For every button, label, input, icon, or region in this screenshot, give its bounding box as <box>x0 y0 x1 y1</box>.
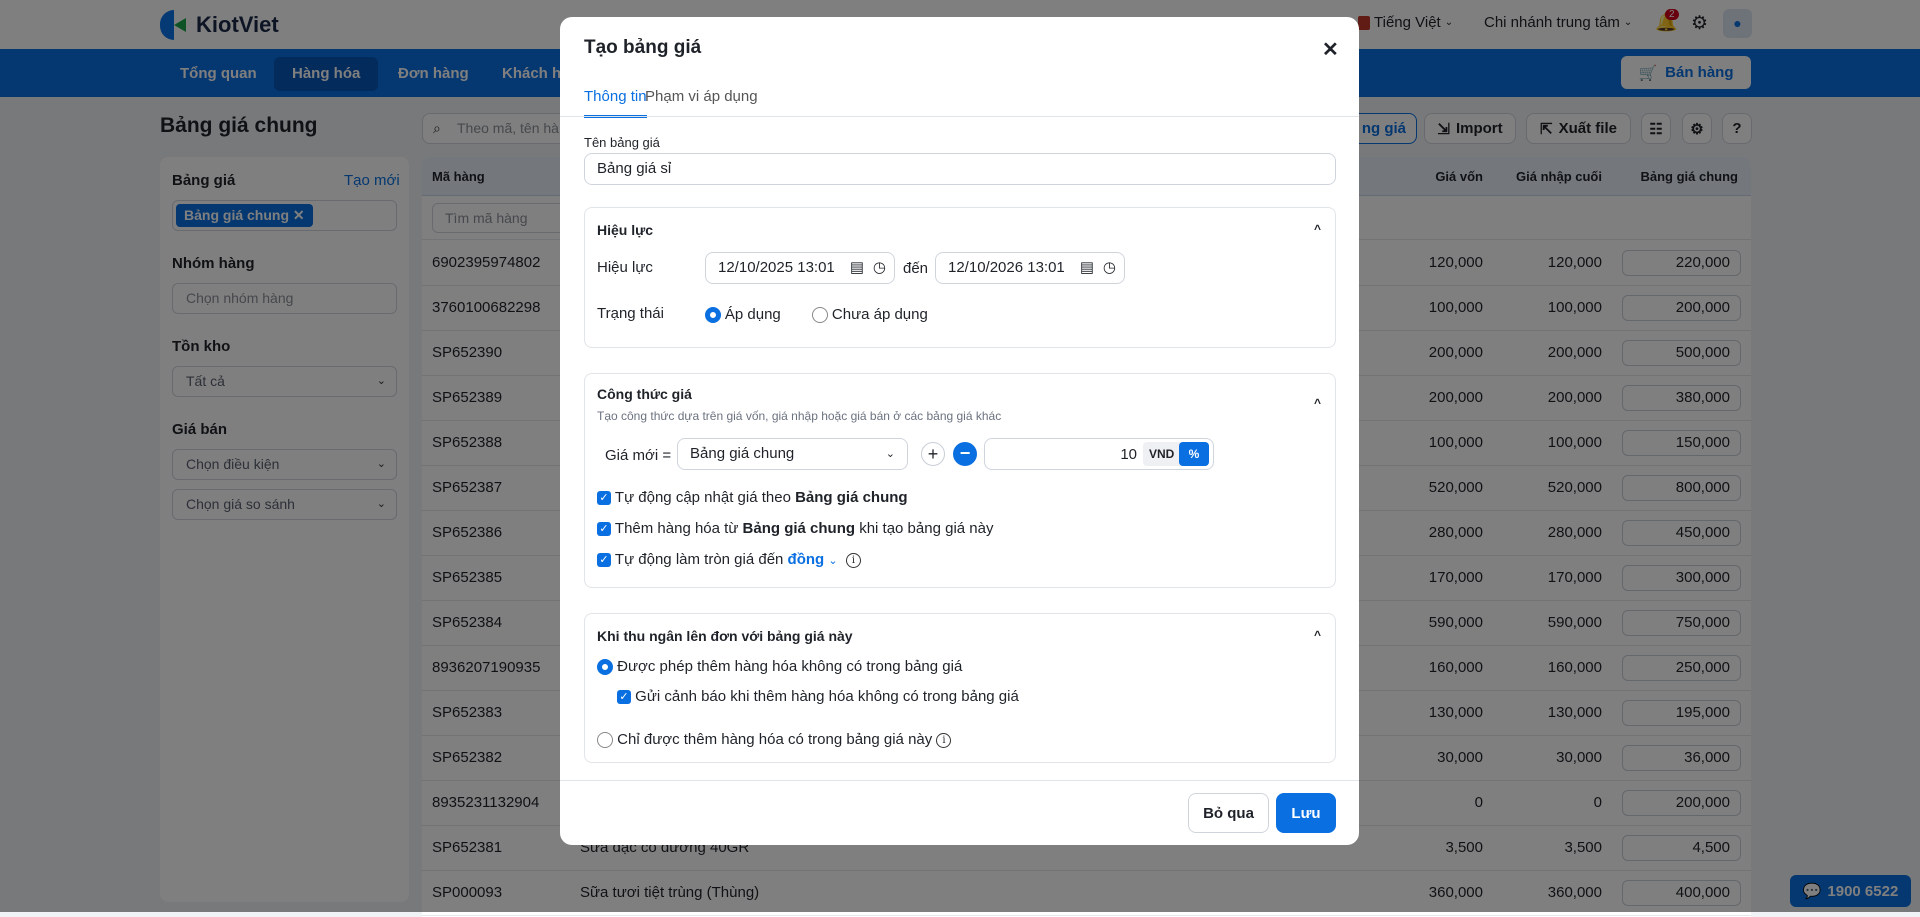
chevron-down-icon[interactable]: ⌄ <box>828 555 837 567</box>
unit-percent[interactable]: % <box>1179 442 1209 466</box>
tab-info[interactable]: Thông tin <box>584 88 647 118</box>
status-apply-radio[interactable]: Áp dụng <box>705 306 781 324</box>
tab-divider <box>560 116 1359 117</box>
dialog-title: Tạo bảng giá <box>584 37 702 58</box>
formula-subtitle: Tạo công thức dựa trên giá vốn, giá nhập… <box>597 409 1002 423</box>
collapse-icon[interactable]: ^ <box>1314 396 1321 410</box>
checkbox-checked-icon: ✓ <box>597 491 611 506</box>
amount-value: 10 <box>1120 446 1137 463</box>
base-price-value: Bảng giá chung <box>690 445 795 462</box>
allow-outside-radio[interactable]: Được phép thêm hàng hóa không có trong b… <box>597 658 963 676</box>
clock-icon[interactable]: ◷ <box>873 253 886 283</box>
checkbox-checked-icon: ✓ <box>597 553 611 568</box>
auto-round-text: Tự động làm tròn giá đến <box>614 551 788 568</box>
price-list-name-input[interactable]: Bảng giá sỉ <box>584 153 1336 185</box>
calendar-icon[interactable]: ▤ <box>1080 253 1094 283</box>
only-listed-label: Chỉ được thêm hàng hóa có trong bảng giá… <box>617 731 933 748</box>
status-label: Trạng thái <box>597 305 664 322</box>
save-button[interactable]: Lưu <box>1276 793 1336 833</box>
end-date-input[interactable]: 12/10/2026 13:01 ▤ ◷ <box>935 252 1125 284</box>
collapse-icon[interactable]: ^ <box>1314 628 1321 642</box>
not-apply-label: Chưa áp dụng <box>831 306 928 323</box>
end-date-value: 12/10/2026 13:01 <box>948 259 1065 276</box>
checkbox-checked-icon: ✓ <box>597 522 611 537</box>
cancel-button[interactable]: Bỏ qua <box>1188 793 1269 833</box>
add-products-checkbox[interactable]: ✓ Thêm hàng hóa từ Bảng giá chung khi tạ… <box>597 520 993 537</box>
apply-label: Áp dụng <box>724 306 781 323</box>
start-date-input[interactable]: 12/10/2025 13:01 ▤ ◷ <box>705 252 895 284</box>
chevron-down-icon: ⌄ <box>885 448 895 460</box>
name-label: Tên bảng giá <box>584 135 660 150</box>
create-price-list-dialog: Tạo bảng giá ✕ Thông tin Phạm vi áp dụng… <box>560 17 1359 845</box>
minus-icon[interactable]: − <box>953 442 977 466</box>
formula-section: Công thức giá Tạo công thức dựa trên giá… <box>584 373 1336 588</box>
base-price-select[interactable]: Bảng giá chung ⌄ <box>677 438 908 470</box>
add-products-text: Thêm hàng hóa từ <box>614 520 743 537</box>
radio-checked <box>597 659 613 676</box>
warn-checkbox[interactable]: ✓ Gửi cảnh báo khi thêm hàng hóa không c… <box>617 688 1019 705</box>
unit-vnd[interactable]: VND <box>1149 447 1174 461</box>
round-unit-dropdown[interactable]: đồng <box>788 551 825 568</box>
allow-outside-label: Được phép thêm hàng hóa không có trong b… <box>617 658 963 675</box>
validity-title: Hiệu lực <box>597 222 654 238</box>
collapse-icon[interactable]: ^ <box>1314 222 1321 236</box>
validity-section: Hiệu lực ^ Hiệu lực 12/10/2025 13:01 ▤ ◷ đ… <box>584 207 1336 348</box>
status-not-apply-radio[interactable]: Chưa áp dụng <box>812 306 928 324</box>
clock-icon[interactable]: ◷ <box>1103 253 1116 283</box>
radio-checked <box>705 307 721 324</box>
warn-label: Gửi cảnh báo khi thêm hàng hóa không có … <box>635 688 1019 705</box>
plus-icon[interactable]: + <box>921 442 945 466</box>
radio-unchecked <box>812 307 828 324</box>
tab-scope[interactable]: Phạm vi áp dụng <box>645 88 758 115</box>
checkbox-checked-icon: ✓ <box>617 690 631 705</box>
info-icon[interactable]: i <box>936 732 952 748</box>
to-label: đến <box>903 260 929 277</box>
formula-title: Công thức giá <box>597 386 692 402</box>
auto-update-checkbox[interactable]: ✓ Tự động cập nhật giá theo Bảng giá chu… <box>597 489 908 506</box>
unit-toggle: VND % <box>1143 442 1209 466</box>
new-price-label: Giá mới = <box>605 447 672 464</box>
validity-label: Hiệu lực <box>597 259 653 276</box>
amount-input[interactable]: 10 VND % <box>984 438 1214 470</box>
only-listed-radio[interactable]: Chỉ được thêm hàng hóa có trong bảng giá… <box>597 731 952 749</box>
auto-round-checkbox[interactable]: ✓ Tự động làm tròn giá đến đồng ⌄ i <box>597 551 861 568</box>
close-icon[interactable]: ✕ <box>1322 37 1339 62</box>
radio-unchecked <box>597 732 613 749</box>
info-icon[interactable]: i <box>845 552 861 568</box>
footer-divider <box>560 780 1359 781</box>
cashier-title: Khi thu ngân lên đơn với bảng giá này <box>597 628 853 644</box>
cashier-section: Khi thu ngân lên đơn với bảng giá này ^ … <box>584 613 1336 763</box>
add-products-source: Bảng giá chung <box>742 520 856 537</box>
calendar-icon[interactable]: ▤ <box>850 253 864 283</box>
auto-update-source: Bảng giá chung <box>795 489 908 506</box>
add-products-suffix: khi tạo bảng giá này <box>855 520 994 537</box>
start-date-value: 12/10/2025 13:01 <box>718 259 835 276</box>
auto-update-text: Tự động cập nhật giá theo <box>614 489 796 506</box>
